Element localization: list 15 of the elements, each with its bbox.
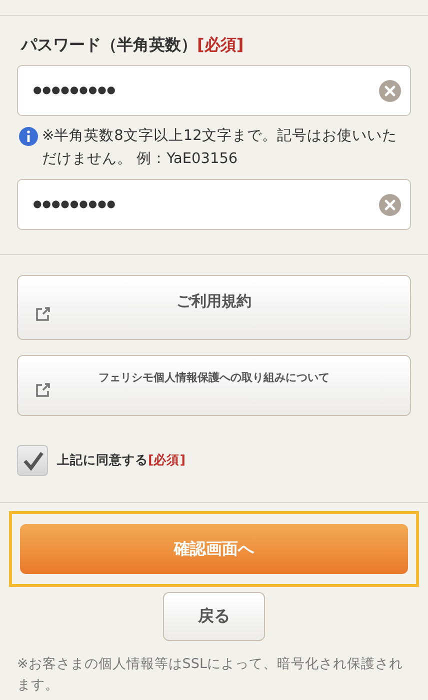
back-button[interactable]: 戻る: [163, 592, 265, 641]
external-link-icon: [35, 306, 51, 322]
external-link-icon: [35, 382, 51, 398]
agree-label: 上記に同意する[必須]: [57, 452, 186, 469]
link-button[interactable]: フェリシモ個人情報保護への取り組みについて: [17, 355, 411, 416]
info-icon: [19, 127, 38, 146]
hint-text: ※半角英数8文字以上12文字まで。記号はお使いいただけません。 例：YaE03156: [42, 126, 398, 169]
password-field[interactable]: ●●●●●●●●●: [17, 65, 411, 116]
password-confirm-field[interactable]: ●●●●●●●●●: [17, 179, 411, 230]
link-button[interactable]: ご利用規約: [17, 275, 411, 340]
ssl-note: ※お客さまの個人情報等はSSLによって、暗号化され保護されます。: [17, 655, 404, 695]
clear-icon[interactable]: [379, 194, 401, 216]
field-label: パスワード（半角英数）[必須]: [21, 35, 245, 56]
clear-icon[interactable]: [379, 80, 401, 102]
agree-checkbox[interactable]: [17, 445, 48, 476]
